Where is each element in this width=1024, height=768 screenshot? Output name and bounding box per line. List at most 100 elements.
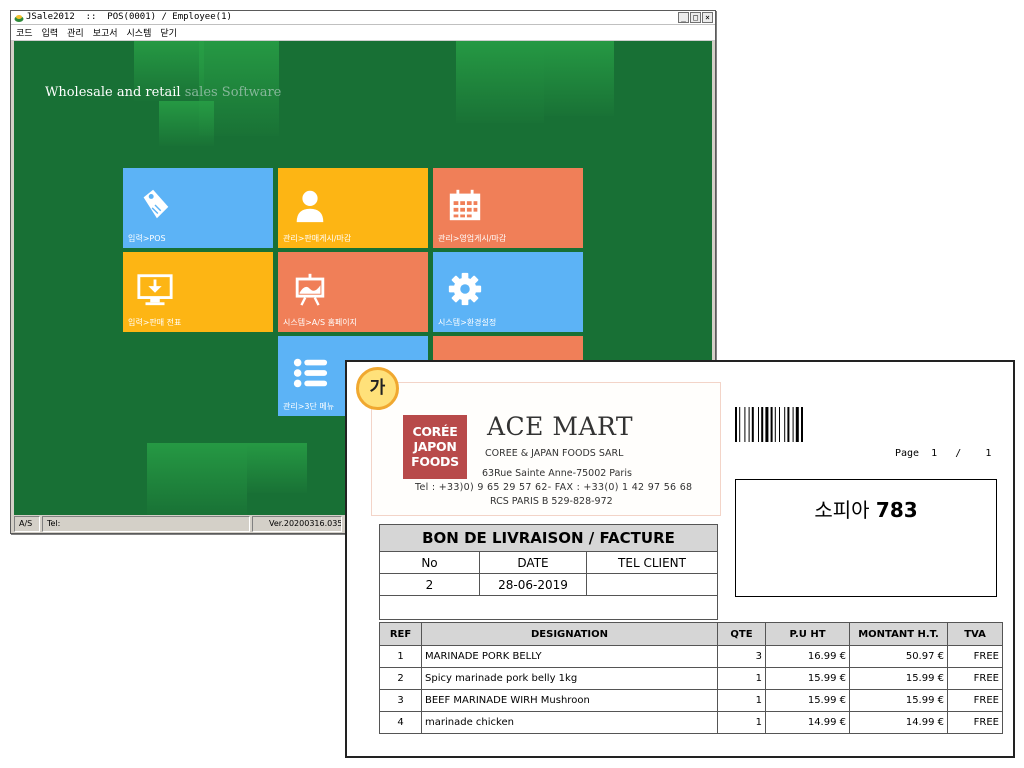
cell-pu: 15.99 € [765,689,850,712]
page-current: 1 [931,448,938,459]
page-total: 1 [985,448,992,459]
customer-number: 783 [875,498,918,522]
cell-pu: 14.99 € [765,711,850,734]
decorative-glow [159,101,214,146]
company-subtitle: COREE & JAPAN FOODS SARL [485,448,624,459]
badge-label: 가 [356,367,399,410]
col-pu: P.U HT [765,622,850,646]
cell-qte: 1 [717,667,766,690]
tile-label: 관리>판매게시/마감 [283,234,352,243]
table-row: 1 MARINADE PORK BELLY 3 16.99 € 50.97 € … [379,645,1003,668]
tagline-dim: sales Software [184,85,282,100]
cell-qte: 3 [717,645,766,668]
page-label: Page [895,448,920,459]
cell-montant: 50.97 € [849,645,948,668]
company-address: 63Rue Sainte Anne-75002 Paris [482,468,632,479]
list-icon [293,358,328,388]
company-rcs: RCS PARIS B 529-828-972 [490,496,613,507]
meta-value-date: 28-06-2019 [479,573,587,596]
cell-pu: 16.99 € [765,645,850,668]
company-name: ACE MART [487,412,634,441]
cell-tva: FREE [947,689,1003,712]
tile-label: 입력>POS [128,234,166,243]
customer-name: 소피아 [814,498,870,522]
app-logo-icon [14,15,24,22]
table-row: 4 marinade chicken 1 14.99 € 14.99 € FRE… [379,711,1003,734]
decorative-glow [247,443,307,493]
menu-manage[interactable]: 관리 [67,26,84,39]
meta-header-no: No [379,551,480,574]
customer-box: 소피아 783 [735,479,997,597]
cell-qte: 1 [717,689,766,712]
menu-input[interactable]: 입력 [42,26,59,39]
gear-icon [448,272,482,306]
decorative-glow [544,41,614,116]
tile-label: 시스템>환경설정 [438,318,497,327]
meta-header-tel-client: TEL CLIENT [586,551,718,574]
cell-ref: 4 [379,711,422,734]
meta-value-tel-client [586,573,718,596]
screenshot-stage: JSale2012 :: POS(0001) / Employee(1) _ □… [0,0,1024,768]
cell-ref: 2 [379,667,422,690]
logo-line: JAPON [413,439,457,454]
price-tag-icon [143,189,169,219]
tagline-main: Wholesale and retail [45,85,181,100]
menu-close[interactable]: 닫기 [160,26,177,39]
menu-system[interactable]: 시스템 [127,26,152,39]
page-indicator: Page 1 / 1 [895,448,991,459]
invoice-document: 가 CORÉE JAPON FOODS ACE MART COREE & JAP… [345,360,1015,758]
tile-label: 시스템>A/S 홈페이지 [283,318,358,327]
barcode-icon [735,407,803,442]
tile-input-sales-slip[interactable]: 입력>판매 전표 [123,252,273,332]
status-as: A/S [14,516,40,532]
monitor-download-icon [137,274,173,306]
document-title: BON DE LIVRAISON / FACTURE [379,524,718,552]
tile-manage-sales-close[interactable]: 관리>판매게시/마감 [278,168,428,248]
calendar-icon [449,189,481,221]
cell-ref: 3 [379,689,422,712]
tile-system-as-homepage[interactable]: 시스템>A/S 홈페이지 [278,252,428,332]
customer-label: 소피아 783 [736,494,996,523]
status-tel: Tel: [42,516,250,532]
logo-line: FOODS [411,454,459,469]
menu-report[interactable]: 보고서 [93,26,118,39]
maximize-button[interactable]: □ [690,12,701,23]
company-phone: Tel : +33)0) 9 65 29 57 62- FAX : +33(0)… [415,482,693,493]
invoice-lines-table: REF DESIGNATION QTE P.U HT MONTANT H.T. … [379,622,1003,734]
page-separator: / [955,448,962,459]
cell-designation: BEEF MARINADE WIRH Mushroon [421,689,718,712]
minimize-button[interactable]: _ [678,12,689,23]
table-row: 2 Spicy marinade pork belly 1kg 1 15.99 … [379,667,1003,690]
presentation-icon [295,273,325,306]
meta-header-date: DATE [479,551,587,574]
cell-pu: 15.99 € [765,667,850,690]
tile-label: 관리>영업게시/마감 [438,234,507,243]
logo-line: CORÉE [412,424,458,439]
tile-label: 입력>판매 전표 [128,318,182,327]
cell-montant: 14.99 € [849,711,948,734]
cell-designation: Spicy marinade pork belly 1kg [421,667,718,690]
col-ref: REF [379,622,422,646]
tile-label: 관리>3단 메뉴 [283,402,335,411]
tile-input-pos[interactable]: 입력>POS [123,168,273,248]
invoice-meta-table: BON DE LIVRAISON / FACTURE No DATE TEL C… [379,524,718,620]
col-tva: TVA [947,622,1003,646]
menu-code[interactable]: 코드 [16,26,33,39]
decorative-glow [147,443,247,515]
cell-montant: 15.99 € [849,689,948,712]
tile-system-settings[interactable]: 시스템>환경설정 [433,252,583,332]
status-version: Ver.20200316.0351 [252,516,342,532]
cell-designation: marinade chicken [421,711,718,734]
meta-value-no: 2 [379,573,480,596]
cell-tva: FREE [947,645,1003,668]
tile-manage-business-close[interactable]: 관리>영업게시/마감 [433,168,583,248]
meta-blank-row [379,595,718,620]
cell-ref: 1 [379,645,422,668]
col-montant: MONTANT H.T. [849,622,948,646]
col-designation: DESIGNATION [421,622,718,646]
close-button[interactable]: × [702,12,713,23]
title-bar[interactable]: JSale2012 :: POS(0001) / Employee(1) _ □… [11,11,715,25]
cell-tva: FREE [947,711,1003,734]
cell-designation: MARINADE PORK BELLY [421,645,718,668]
tagline: Wholesale and retail sales Software [45,85,281,100]
